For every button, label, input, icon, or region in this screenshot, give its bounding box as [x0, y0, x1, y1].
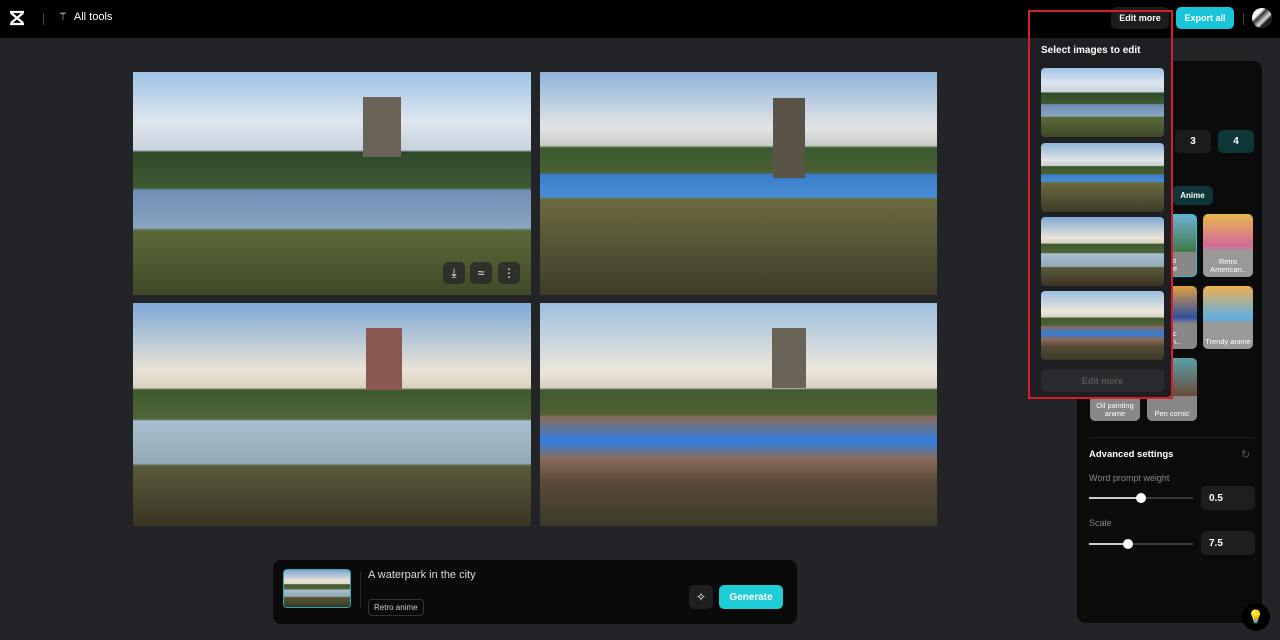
category-anime[interactable]: Anime: [1172, 186, 1213, 205]
avatar[interactable]: [1252, 8, 1272, 28]
word-weight-label: Word prompt weight: [1089, 473, 1170, 483]
style-label: Oil painting anime: [1096, 400, 1134, 418]
prompt-text[interactable]: A waterpark in the city: [368, 569, 476, 581]
style-label: Pen comic: [1154, 408, 1190, 418]
scale-input[interactable]: 7.5: [1201, 531, 1255, 555]
generated-image-3[interactable]: [133, 303, 531, 526]
style-tag[interactable]: Retro anime: [368, 599, 424, 616]
style-label: Trendy anime: [1205, 336, 1251, 346]
download-icon[interactable]: ⤓: [443, 262, 465, 284]
generated-image-2[interactable]: [540, 72, 937, 295]
word-weight-input[interactable]: 0.5: [1201, 486, 1255, 510]
all-tools-button[interactable]: ⚚ All tools: [58, 10, 113, 24]
export-all-button[interactable]: Export all: [1176, 7, 1234, 29]
divider: [360, 572, 361, 608]
prompt-reference-thumbnail[interactable]: [283, 569, 351, 608]
divider: [1243, 13, 1244, 25]
sparkle-icon[interactable]: ✧: [689, 585, 713, 609]
divider: [43, 13, 44, 25]
generated-image-1[interactable]: ⤓ ≈ ⋮: [133, 72, 531, 295]
slider-handle[interactable]: [1136, 493, 1146, 503]
count-option-3[interactable]: 3: [1175, 130, 1211, 153]
highlight-box: [1028, 10, 1173, 399]
variation-icon[interactable]: ≈: [470, 262, 492, 284]
count-option-4[interactable]: 4: [1218, 130, 1254, 153]
all-tools-label: All tools: [73, 10, 113, 23]
style-label: Retro American..: [1210, 256, 1246, 274]
slider-handle[interactable]: [1123, 539, 1133, 549]
style-card-trendy-anime[interactable]: Trendy anime: [1203, 286, 1253, 349]
advanced-settings-title: Advanced settings: [1089, 449, 1174, 460]
generate-button[interactable]: Generate: [719, 585, 783, 609]
scale-slider[interactable]: [1089, 539, 1193, 549]
divider: [1089, 437, 1255, 438]
word-weight-slider[interactable]: [1089, 493, 1193, 503]
magic-wand-icon: ⚚: [58, 11, 68, 23]
lightbulb-icon[interactable]: 💡: [1242, 603, 1270, 631]
more-options-icon[interactable]: ⋮: [498, 262, 520, 284]
style-card-retro-american[interactable]: Retro American..: [1203, 214, 1253, 277]
scale-label: Scale: [1089, 518, 1112, 528]
generated-image-4[interactable]: [540, 303, 937, 526]
capcut-logo-icon[interactable]: [8, 9, 26, 27]
reset-icon[interactable]: ↻: [1241, 448, 1250, 461]
